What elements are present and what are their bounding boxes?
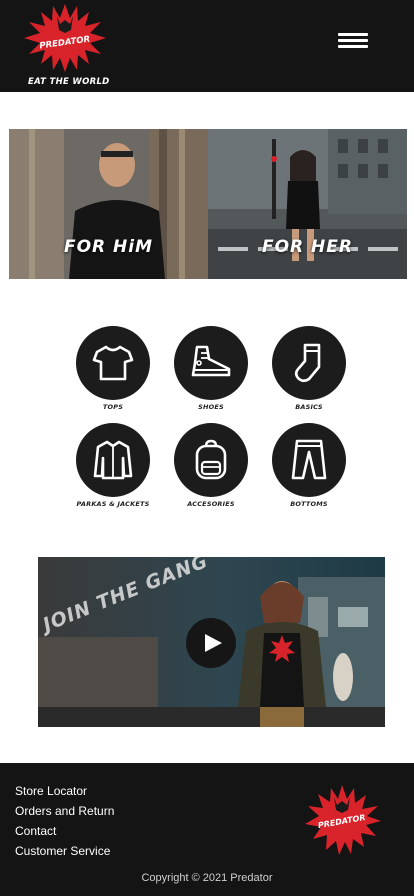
category-label: BOTTOMS <box>290 500 328 508</box>
hero-banner: FOR HiM FOR HER <box>9 129 407 279</box>
footer-link-contact[interactable]: Contact <box>15 821 114 841</box>
brand-tagline: EAT THE WORLD <box>28 77 110 87</box>
promo-video[interactable]: JOIN THE GANG <box>38 557 385 727</box>
play-icon <box>205 634 222 652</box>
footer-link-orders-return[interactable]: Orders and Return <box>15 801 114 821</box>
backpack-icon <box>195 439 227 480</box>
category-basics[interactable]: BASICS <box>260 326 358 423</box>
category-label: ACCESORIES <box>187 500 235 508</box>
tshirt-icon <box>92 345 134 381</box>
starburst-logo-icon: PREDATOR <box>305 785 381 855</box>
category-shoes[interactable]: SHOES <box>162 326 260 423</box>
sneaker-icon <box>191 345 231 377</box>
pants-icon <box>291 439 327 480</box>
category-grid: TOPS SHOES BASICS PARKAS & JACKETS ACCES… <box>64 326 360 516</box>
footer-link-customer-service[interactable]: Customer Service <box>15 841 114 861</box>
footer-logo[interactable]: PREDATOR <box>302 783 382 858</box>
site-footer: Store Locator Orders and Return Contact … <box>0 763 414 896</box>
brand-logo[interactable]: PREDATOR EAT THE WORLD <box>22 2 110 90</box>
play-button[interactable] <box>186 618 236 668</box>
hero-label-for-him: FOR HiM <box>63 237 154 257</box>
hero-card-for-her[interactable]: FOR HER <box>208 129 407 279</box>
site-header: PREDATOR EAT THE WORLD <box>0 0 414 92</box>
hamburger-icon <box>338 33 368 36</box>
category-bottoms[interactable]: BOTTOMS <box>260 423 358 516</box>
category-label: SHOES <box>198 403 224 411</box>
category-accessories[interactable]: ACCESORIES <box>162 423 260 516</box>
starburst-logo-icon: PREDATOR <box>24 4 106 72</box>
hero-card-for-him[interactable]: FOR HiM <box>9 129 208 279</box>
footer-links: Store Locator Orders and Return Contact … <box>15 781 114 861</box>
category-label: TOPS <box>102 403 124 411</box>
category-label: BASICS <box>295 403 323 411</box>
jacket-icon <box>93 440 133 480</box>
category-label: PARKAS & JACKETS <box>76 500 150 508</box>
sock-icon <box>294 343 321 383</box>
copyright-text: Copyright © 2021 Predator <box>141 872 273 884</box>
hero-label-for-her: FOR HER <box>261 237 353 257</box>
category-tops[interactable]: TOPS <box>64 326 162 423</box>
category-parkas-jackets[interactable]: PARKAS & JACKETS <box>64 423 162 516</box>
footer-link-store-locator[interactable]: Store Locator <box>15 781 114 801</box>
hamburger-menu-button[interactable] <box>338 31 368 51</box>
